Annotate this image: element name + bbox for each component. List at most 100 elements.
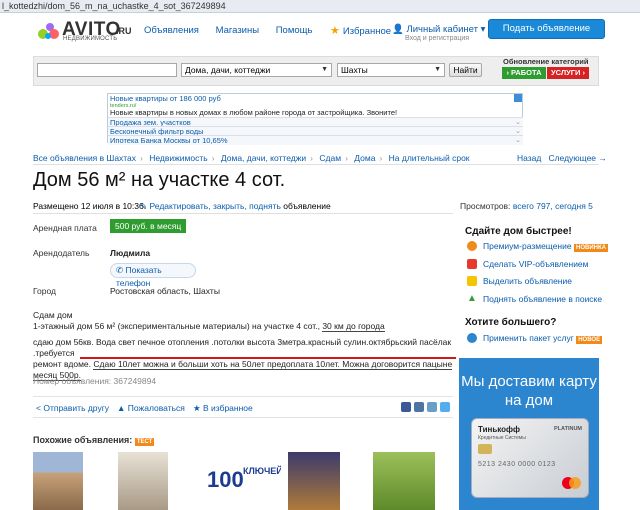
work-category-button[interactable]: › РАБОТА bbox=[502, 67, 546, 79]
chevron-down-icon: ▼ bbox=[321, 66, 328, 73]
adchoices-icon[interactable] bbox=[514, 94, 522, 102]
breadcrumb-item[interactable]: На длительный срок bbox=[389, 153, 470, 163]
package-link[interactable]: Применить пакет услуг НОВОЕ bbox=[483, 333, 603, 344]
breadcrumb-item[interactable]: Сдам bbox=[319, 153, 341, 163]
nav-ads[interactable]: Объявления bbox=[144, 25, 199, 36]
raise-link[interactable]: Поднять объявление в поиске bbox=[483, 294, 602, 304]
breadcrumb-item[interactable]: Все объявления в Шахтах bbox=[33, 153, 136, 163]
login-link[interactable]: Вход и регистрация bbox=[405, 35, 469, 42]
price-badge: 500 руб. в месяц bbox=[110, 219, 187, 233]
next-link[interactable]: Следующее → bbox=[548, 153, 606, 163]
add-favorite-button[interactable]: ★ В избранное bbox=[193, 403, 253, 414]
nav-shops[interactable]: Магазины bbox=[216, 25, 259, 36]
show-phone-button[interactable]: ✆ Показать телефон bbox=[110, 263, 196, 288]
logo-subtitle: НЕДВИЖИМОСТЬ bbox=[63, 36, 118, 42]
vip-link[interactable]: Сделать VIP-объявлением bbox=[483, 259, 589, 269]
similar-label: Похожие объявления: bbox=[33, 435, 133, 445]
desc-line: 1-этажный дом 56 м² (экспериментальные м… bbox=[33, 321, 453, 332]
prev-link[interactable]: Назад bbox=[517, 153, 541, 163]
complain-label: Пожаловаться bbox=[127, 403, 185, 413]
ad-link-3[interactable]: Ипотека Банка Москвы от 10,65% ⌄ bbox=[108, 135, 523, 145]
ad-link-label: Ипотека Банка Москвы от 10,65% bbox=[110, 136, 228, 145]
favorites-link[interactable]: ★ Избранное bbox=[330, 24, 391, 37]
pencil-icon: ✎ bbox=[140, 201, 148, 211]
similar-thumb-1[interactable] bbox=[33, 452, 83, 510]
raise-label: Поднять объявление в поиске bbox=[483, 294, 603, 304]
similar-thumb-2[interactable] bbox=[118, 452, 168, 510]
avito-logo-icon[interactable] bbox=[38, 22, 60, 40]
rent-label: Арендная плата bbox=[33, 223, 97, 233]
new-badge: НОВИНКА bbox=[573, 244, 608, 252]
card-sub: Кредитные Системы bbox=[478, 435, 526, 441]
city-value: Шахты bbox=[341, 65, 368, 75]
breadcrumb: Все объявления в Шахтах › Недвижимость › Д… bbox=[33, 153, 470, 163]
edit-controls: ✎ Редактировать, закрыть, поднять объявл… bbox=[140, 201, 331, 212]
breadcrumb-item[interactable]: Дома, дачи, коттеджи bbox=[221, 153, 306, 163]
nav-help[interactable]: Помощь bbox=[276, 25, 313, 36]
credit-card-image: Тинькофф Кредитные Системы PLATINUM 5213… bbox=[471, 418, 589, 498]
card-number: 5213 2430 0000 0123 bbox=[478, 461, 556, 468]
premium-label: Премиум-размещение bbox=[483, 241, 572, 251]
search-input[interactable] bbox=[37, 63, 177, 77]
mailru-icon[interactable] bbox=[427, 402, 437, 412]
twitter-icon[interactable] bbox=[440, 402, 450, 412]
similar-ads-title: Похожие объявления: ТЕСТ bbox=[33, 435, 155, 446]
mastercard-icon bbox=[569, 477, 581, 489]
cabinet-label: Личный кабинет ▾ bbox=[406, 24, 486, 35]
similar-thumb-5[interactable] bbox=[373, 452, 435, 510]
card-brand: Тинькофф bbox=[478, 425, 521, 434]
desc-text: ремонт вдоме. bbox=[33, 359, 92, 369]
premium-icon bbox=[467, 241, 477, 251]
similar-thumb-4[interactable] bbox=[288, 452, 340, 510]
ad-number: Номер объявления: 367249894 bbox=[33, 376, 157, 386]
divider bbox=[33, 164, 599, 165]
package-icon bbox=[467, 333, 477, 343]
svg-text:КЛЮЧЕЙ: КЛЮЧЕЙ bbox=[243, 465, 281, 476]
edit-suffix: объявление bbox=[283, 201, 331, 211]
arrow-up-icon: ▲ bbox=[467, 293, 477, 304]
cabinet-link[interactable]: 👤 Личный кабинет ▾ bbox=[392, 24, 485, 35]
city-select[interactable]: Шахты ▼ bbox=[337, 63, 445, 77]
chevron-down-icon: ▼ bbox=[434, 66, 441, 73]
share-button[interactable]: < Отправить другу bbox=[36, 403, 109, 413]
landlord-name: Людмила bbox=[110, 248, 151, 258]
views-link[interactable]: всего 797, сегодня 5 bbox=[513, 201, 593, 211]
agency-logo-icon: 100 КЛЮЧЕЙ bbox=[207, 465, 283, 492]
desc-text: 30 км до города bbox=[322, 321, 385, 332]
similar-thumb-3[interactable]: 100 КЛЮЧЕЙ bbox=[203, 452, 283, 510]
views-label: Просмотров: bbox=[460, 201, 511, 211]
edit-link[interactable]: Редактировать, закрыть, поднять bbox=[150, 201, 281, 211]
star-icon: ★ bbox=[330, 25, 340, 37]
banner-text: Мы доставим карту на дом bbox=[461, 373, 597, 409]
highlight-label: Выделить объявление bbox=[483, 276, 572, 286]
divider bbox=[33, 213, 453, 214]
breadcrumb-item[interactable]: Дома bbox=[354, 153, 375, 163]
ad-block: Новые квартиры от 186 000 руб tenders.ru… bbox=[107, 93, 523, 145]
category-select[interactable]: Дома, дачи, коттеджи ▼ bbox=[181, 63, 332, 77]
similar-badge: ТЕСТ bbox=[134, 438, 155, 446]
pager: Назад Следующее → bbox=[517, 153, 607, 163]
vk-icon[interactable] bbox=[414, 402, 424, 412]
city-label: Город bbox=[33, 286, 56, 296]
facebook-icon[interactable] bbox=[401, 402, 411, 412]
highlight-icon bbox=[467, 276, 477, 286]
svg-text:100: 100 bbox=[207, 467, 244, 492]
post-ad-button[interactable]: Подать объявление bbox=[488, 19, 605, 39]
address-bar[interactable]: l_kottedzhi/dom_56_m_na_uchastke_4_sot_3… bbox=[0, 0, 640, 13]
placed-date: Размещено 12 июля в 10:36. bbox=[33, 201, 147, 211]
share-label: Отправить другу bbox=[43, 403, 110, 413]
chevron-down-icon: ⌄ bbox=[515, 137, 521, 144]
desc-line: Сдам дом bbox=[33, 310, 73, 320]
breadcrumb-item[interactable]: Недвижимость bbox=[149, 153, 207, 163]
phone-icon: ✆ bbox=[116, 265, 124, 275]
description: Сдам дом 1-этажный дом 56 м² (эксперимен… bbox=[33, 310, 453, 381]
complain-button[interactable]: ▲ Пожаловаться bbox=[117, 403, 185, 413]
vip-label: Сделать VIP-объявлением bbox=[483, 259, 589, 269]
services-category-button[interactable]: УСЛУГИ › bbox=[547, 67, 589, 79]
main-nav: Объявления Магазины Помощь bbox=[144, 25, 326, 36]
premium-link[interactable]: Премиум-размещение НОВИНКА bbox=[483, 241, 608, 252]
vip-icon bbox=[467, 259, 477, 269]
star-icon: ★ bbox=[193, 403, 201, 413]
highlight-link[interactable]: Выделить объявление bbox=[483, 276, 572, 286]
find-button[interactable]: Найти bbox=[449, 63, 482, 77]
